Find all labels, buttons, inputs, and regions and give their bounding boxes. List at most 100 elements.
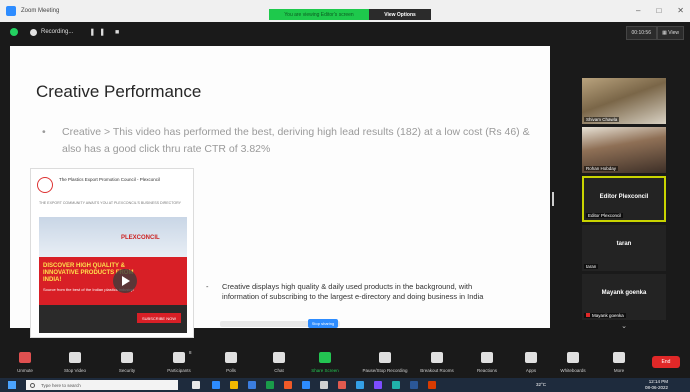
participant-name: Mayank goenka <box>584 313 626 318</box>
window-controls: – □ ✕ <box>636 6 684 15</box>
maximize-icon[interactable]: □ <box>656 6 661 15</box>
chat-bubble-icon <box>273 352 285 363</box>
apps-button[interactable]: Apps <box>508 345 554 378</box>
reactions-button[interactable]: Reactions <box>464 345 510 378</box>
bullet-marker: • <box>42 126 46 138</box>
app-icon[interactable] <box>338 381 346 389</box>
recording-icon <box>30 28 37 36</box>
breakout-rooms-icon <box>431 352 443 363</box>
video-bottom-band: SUBSCRIBE NOW <box>39 305 187 333</box>
security-label: Security <box>118 368 136 373</box>
share-screen-button[interactable]: Share Screen <box>302 345 348 378</box>
meeting-top-bar: Recording... ❚❚ ■ 00:10:56 ▦ View <box>0 22 690 42</box>
microphone-muted-icon <box>19 352 31 363</box>
participant-display-name: Editor Plexconcil <box>599 194 649 200</box>
clock-date: 08-06-2022 <box>644 385 668 390</box>
slide-bullet-2: - Creative displays high quality & daily… <box>206 282 506 312</box>
post-header: The Plastics Export Promotion Council - … <box>37 175 187 197</box>
participants-icon <box>173 352 185 363</box>
end-meeting-button[interactable]: End <box>652 356 680 368</box>
recording-controls[interactable]: ❚❚ ■ <box>89 28 123 36</box>
plexconcil-logo: PLEXCONCIL <box>121 235 160 241</box>
whiteboards-label: Whiteboards <box>560 368 586 373</box>
edge-icon[interactable] <box>212 381 220 389</box>
app-icon[interactable] <box>392 381 400 389</box>
breakout-rooms-button[interactable]: Breakout Rooms <box>414 345 460 378</box>
slide-title: Creative Performance <box>36 82 202 101</box>
participant-tile[interactable]: Rohan Hobday <box>582 127 666 173</box>
close-icon[interactable]: ✕ <box>677 6 684 15</box>
windows-start-icon[interactable] <box>8 381 16 389</box>
encryption-shield-icon[interactable] <box>10 28 18 36</box>
participants-count: 8 <box>189 350 192 355</box>
play-icon <box>113 269 137 293</box>
bullet-text: Creative > This video has performed the … <box>62 126 530 155</box>
chevron-down-icon[interactable]: ⌄ <box>582 322 666 334</box>
mail-icon[interactable] <box>248 381 256 389</box>
minimize-icon[interactable]: – <box>636 6 640 15</box>
participants-button[interactable]: Participants <box>156 345 202 378</box>
slide-bullet: • Creative > This video has performed th… <box>36 124 536 158</box>
ad-subtext: Source from the best of the Indian plast… <box>43 287 134 292</box>
taskbar-search-input[interactable]: Type here to search <box>26 380 178 390</box>
panel-splitter-handle[interactable] <box>552 192 554 206</box>
taskbar-clock[interactable]: 12:14 PM 08-06-2022 <box>645 379 668 391</box>
participant-name: Rohan Hobday <box>584 166 619 171</box>
stop-video-label: Stop Video <box>64 368 86 373</box>
task-view-icon[interactable] <box>192 381 200 389</box>
post-video: PLEXCONCIL DISCOVER HIGH QUALITY & INNOV… <box>39 217 187 333</box>
pause-stop-icon <box>379 352 391 363</box>
share-screen-icon <box>319 352 331 363</box>
zoom-logo-icon <box>6 6 16 16</box>
weather-temperature[interactable]: 32°C <box>536 382 546 387</box>
app-icon[interactable] <box>428 381 436 389</box>
meeting-toolbar: Unmute Stop Video Security Participants … <box>0 345 690 378</box>
search-icon <box>30 382 35 388</box>
page-logo-icon <box>37 177 53 193</box>
reactions-label: Reactions <box>476 368 497 373</box>
app-icon[interactable] <box>356 381 364 389</box>
whiteboard-icon <box>567 352 579 363</box>
ad-creative-post: The Plastics Export Promotion Council - … <box>30 168 194 338</box>
zoom-taskbar-icon[interactable] <box>302 381 310 389</box>
title-bar: Zoom Meeting You are viewing Editor's sc… <box>0 0 690 22</box>
meeting-timer: 00:10:56 <box>625 26 657 40</box>
participant-tile-active-speaker[interactable]: Editor Plexconcil Editor Plexconcil <box>582 176 666 222</box>
participant-tile[interactable]: taran taran <box>582 225 666 271</box>
participant-tile[interactable]: Mayank goenka Mayank goenka <box>582 274 666 320</box>
app-icon[interactable] <box>410 381 418 389</box>
apps-icon <box>525 352 537 363</box>
apps-label: Apps <box>525 368 537 373</box>
view-button[interactable]: ▦ View <box>657 26 684 40</box>
stop-video-button[interactable]: Stop Video <box>52 345 98 378</box>
security-button[interactable]: Security <box>104 345 150 378</box>
file-explorer-icon[interactable] <box>230 381 238 389</box>
video-camera-icon <box>69 352 81 363</box>
unmute-button[interactable]: Unmute <box>2 345 48 378</box>
view-options-button[interactable]: View Options <box>369 9 431 20</box>
page-name: The Plastics Export Promotion Council - … <box>59 177 161 182</box>
whiteboards-button[interactable]: Whiteboards <box>550 345 596 378</box>
chat-button[interactable]: Chat <box>256 345 302 378</box>
windows-taskbar: Type here to search 32°C 12:14 PM 08-06-… <box>0 378 690 392</box>
window-title: Zoom Meeting <box>21 8 60 14</box>
more-dots-icon <box>613 352 625 363</box>
pause-stop-recording-button[interactable]: Pause/Stop Recording <box>356 345 414 378</box>
app-icon[interactable] <box>374 381 382 389</box>
participant-display-name: taran <box>616 241 632 247</box>
more-button[interactable]: More <box>596 345 642 378</box>
stop-sharing-chip[interactable]: Stop sharing <box>308 319 338 328</box>
participants-label: Participants <box>167 368 191 373</box>
participant-name-text: Mayank goenka <box>592 313 624 318</box>
participant-display-name: Mayank goenka <box>601 290 647 296</box>
participant-tile[interactable]: Shivam Chawla <box>582 78 666 124</box>
chat-label: Chat <box>274 368 284 373</box>
breakout-rooms-label: Breakout Rooms <box>420 368 454 373</box>
post-body: THE EXPORT COMMUNITY AWAITS YOU AT PLEXC… <box>39 201 182 205</box>
polls-label: Polls <box>226 368 236 373</box>
polls-button[interactable]: Polls <box>208 345 254 378</box>
chrome-icon[interactable] <box>284 381 292 389</box>
participant-name: Shivam Chawla <box>584 117 620 122</box>
excel-icon[interactable] <box>266 381 274 389</box>
app-icon[interactable] <box>320 381 328 389</box>
